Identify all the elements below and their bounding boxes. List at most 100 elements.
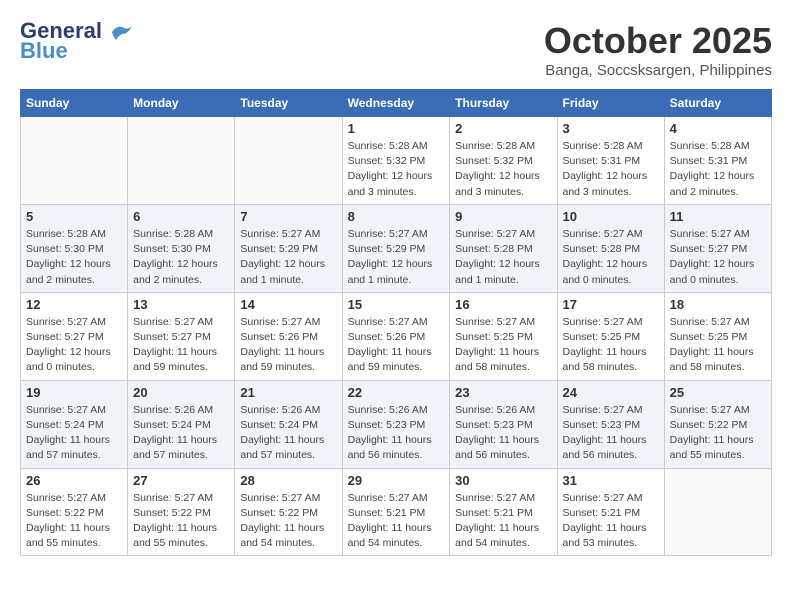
- calendar-cell: 23Sunrise: 5:26 AM Sunset: 5:23 PM Dayli…: [450, 380, 557, 468]
- day-info: Sunrise: 5:26 AM Sunset: 5:23 PM Dayligh…: [348, 403, 445, 464]
- location-title: Banga, Soccsksargen, Philippines: [544, 62, 772, 79]
- calendar-cell: 24 Sunrise: 5:27 AM Sunset: 5:23 PM Dayli…: [557, 380, 664, 468]
- day-info: Sunrise: 5:27 AM Sunset: 5:27 PM Dayligh…: [133, 315, 229, 376]
- day-info: Sunrise: 5:28 AM Sunset: 5:32 PM Dayligh…: [348, 139, 445, 200]
- header-tuesday: Tuesday: [235, 90, 342, 117]
- calendar-week-2: 5 Sunrise: 5:28 AM Sunset: 5:30 PM Daylig…: [21, 204, 772, 292]
- calendar-cell: 27 Sunrise: 5:27 AM Sunset: 5:22 PM Dayli…: [128, 468, 235, 556]
- calendar-cell: 18Sunrise: 5:27 AM Sunset: 5:25 PM Dayli…: [664, 292, 771, 380]
- calendar-cell: 15Sunrise: 5:27 AM Sunset: 5:26 PM Dayli…: [342, 292, 450, 380]
- month-title: October 2025: [544, 20, 772, 62]
- day-info: Sunrise: 5:28 AM Sunset: 5:32 PM Dayligh…: [455, 139, 551, 200]
- day-number: 18: [670, 297, 766, 312]
- day-info: Sunrise: 5:27 AM Sunset: 5:25 PM Dayligh…: [563, 315, 659, 376]
- day-number: 29: [348, 473, 445, 488]
- calendar-header-row: Sunday Monday Tuesday Wednesday Thursday…: [21, 90, 772, 117]
- day-info: Sunrise: 5:26 AM Sunset: 5:24 PM Dayligh…: [133, 403, 229, 464]
- calendar-cell: [128, 117, 235, 205]
- calendar-cell: 22 Sunrise: 5:26 AM Sunset: 5:23 PM Dayli…: [342, 380, 450, 468]
- calendar-cell: 2 Sunrise: 5:28 AM Sunset: 5:32 PM Daylig…: [450, 117, 557, 205]
- calendar-cell: 26 Sunrise: 5:27 AM Sunset: 5:22 PM Dayli…: [21, 468, 128, 556]
- calendar-cell: 17 Sunrise: 5:27 AM Sunset: 5:25 PM Dayli…: [557, 292, 664, 380]
- day-number: 31: [563, 473, 659, 488]
- calendar-week-3: 12 Sunrise: 5:27 AM Sunset: 5:27 PM Dayli…: [21, 292, 772, 380]
- day-info: Sunrise: 5:27 AM Sunset: 5:22 PM Dayligh…: [133, 491, 229, 552]
- calendar-cell: 30Sunrise: 5:27 AM Sunset: 5:21 PM Dayli…: [450, 468, 557, 556]
- day-number: 16: [455, 297, 551, 312]
- calendar-cell: 5 Sunrise: 5:28 AM Sunset: 5:30 PM Daylig…: [21, 204, 128, 292]
- logo-blue-text: Blue: [20, 40, 68, 62]
- day-info: Sunrise: 5:27 AM Sunset: 5:24 PM Dayligh…: [26, 403, 122, 464]
- calendar-cell: 1 Sunrise: 5:28 AM Sunset: 5:32 PM Daylig…: [342, 117, 450, 205]
- day-info: Sunrise: 5:26 AM Sunset: 5:23 PM Dayligh…: [455, 403, 551, 464]
- day-number: 21: [240, 385, 336, 400]
- calendar-cell: 11 Sunrise: 5:27 AM Sunset: 5:27 PM Dayli…: [664, 204, 771, 292]
- page-header: General Blue October 2025 Banga, Soccsks…: [20, 20, 772, 79]
- calendar-cell: [21, 117, 128, 205]
- header-sunday: Sunday: [21, 90, 128, 117]
- calendar-cell: 25 Sunrise: 5:27 AM Sunset: 5:22 PM Dayli…: [664, 380, 771, 468]
- day-number: 7: [240, 209, 336, 224]
- logo-bird-icon: [110, 24, 132, 40]
- day-info: Sunrise: 5:27 AM Sunset: 5:21 PM Dayligh…: [348, 491, 445, 552]
- day-number: 14: [240, 297, 336, 312]
- day-info: Sunrise: 5:27 AM Sunset: 5:28 PM Dayligh…: [455, 227, 551, 288]
- day-info: Sunrise: 5:27 AM Sunset: 5:22 PM Dayligh…: [26, 491, 122, 552]
- day-number: 19: [26, 385, 122, 400]
- day-info: Sunrise: 5:27 AM Sunset: 5:23 PM Dayligh…: [563, 403, 659, 464]
- calendar-cell: 29 Sunrise: 5:27 AM Sunset: 5:21 PM Dayli…: [342, 468, 450, 556]
- day-info: Sunrise: 5:27 AM Sunset: 5:21 PM Dayligh…: [563, 491, 659, 552]
- day-number: 2: [455, 121, 551, 136]
- day-number: 12: [26, 297, 122, 312]
- header-wednesday: Wednesday: [342, 90, 450, 117]
- day-number: 24: [563, 385, 659, 400]
- day-info: Sunrise: 5:28 AM Sunset: 5:30 PM Dayligh…: [133, 227, 229, 288]
- title-block: October 2025 Banga, Soccsksargen, Philip…: [544, 20, 772, 79]
- calendar-cell: 4 Sunrise: 5:28 AM Sunset: 5:31 PM Daylig…: [664, 117, 771, 205]
- day-info: Sunrise: 5:27 AM Sunset: 5:29 PM Dayligh…: [240, 227, 336, 288]
- calendar-cell: 20 Sunrise: 5:26 AM Sunset: 5:24 PM Dayli…: [128, 380, 235, 468]
- calendar-cell: 9Sunrise: 5:27 AM Sunset: 5:28 PM Daylig…: [450, 204, 557, 292]
- day-info: Sunrise: 5:28 AM Sunset: 5:31 PM Dayligh…: [670, 139, 766, 200]
- day-info: Sunrise: 5:28 AM Sunset: 5:30 PM Dayligh…: [26, 227, 122, 288]
- day-info: Sunrise: 5:27 AM Sunset: 5:22 PM Dayligh…: [670, 403, 766, 464]
- day-number: 27: [133, 473, 229, 488]
- day-number: 26: [26, 473, 122, 488]
- day-info: Sunrise: 5:27 AM Sunset: 5:28 PM Dayligh…: [563, 227, 659, 288]
- day-number: 20: [133, 385, 229, 400]
- day-info: Sunrise: 5:26 AM Sunset: 5:24 PM Dayligh…: [240, 403, 336, 464]
- day-number: 28: [240, 473, 336, 488]
- day-number: 25: [670, 385, 766, 400]
- day-number: 1: [348, 121, 445, 136]
- day-number: 6: [133, 209, 229, 224]
- calendar-cell: 10Sunrise: 5:27 AM Sunset: 5:28 PM Dayli…: [557, 204, 664, 292]
- calendar-cell: 31 Sunrise: 5:27 AM Sunset: 5:21 PM Dayli…: [557, 468, 664, 556]
- calendar-week-4: 19 Sunrise: 5:27 AM Sunset: 5:24 PM Dayli…: [21, 380, 772, 468]
- calendar-table: Sunday Monday Tuesday Wednesday Thursday…: [20, 89, 772, 556]
- day-number: 30: [455, 473, 551, 488]
- calendar-cell: [664, 468, 771, 556]
- day-number: 11: [670, 209, 766, 224]
- day-info: Sunrise: 5:27 AM Sunset: 5:26 PM Dayligh…: [348, 315, 445, 376]
- header-friday: Friday: [557, 90, 664, 117]
- day-info: Sunrise: 5:27 AM Sunset: 5:25 PM Dayligh…: [455, 315, 551, 376]
- calendar-cell: 8Sunrise: 5:27 AM Sunset: 5:29 PM Daylig…: [342, 204, 450, 292]
- day-info: Sunrise: 5:27 AM Sunset: 5:27 PM Dayligh…: [670, 227, 766, 288]
- calendar-cell: 19 Sunrise: 5:27 AM Sunset: 5:24 PM Dayli…: [21, 380, 128, 468]
- day-number: 3: [563, 121, 659, 136]
- calendar-cell: 13Sunrise: 5:27 AM Sunset: 5:27 PM Dayli…: [128, 292, 235, 380]
- header-monday: Monday: [128, 90, 235, 117]
- day-info: Sunrise: 5:27 AM Sunset: 5:29 PM Dayligh…: [348, 227, 445, 288]
- day-info: Sunrise: 5:28 AM Sunset: 5:31 PM Dayligh…: [563, 139, 659, 200]
- calendar-cell: 3 Sunrise: 5:28 AM Sunset: 5:31 PM Daylig…: [557, 117, 664, 205]
- calendar-cell: 16 Sunrise: 5:27 AM Sunset: 5:25 PM Dayli…: [450, 292, 557, 380]
- day-number: 17: [563, 297, 659, 312]
- calendar-cell: 6 Sunrise: 5:28 AM Sunset: 5:30 PM Daylig…: [128, 204, 235, 292]
- day-number: 5: [26, 209, 122, 224]
- header-thursday: Thursday: [450, 90, 557, 117]
- calendar-cell: 28Sunrise: 5:27 AM Sunset: 5:22 PM Dayli…: [235, 468, 342, 556]
- calendar-cell: 14Sunrise: 5:27 AM Sunset: 5:26 PM Dayli…: [235, 292, 342, 380]
- day-number: 22: [348, 385, 445, 400]
- logo: General Blue: [20, 20, 132, 62]
- day-number: 4: [670, 121, 766, 136]
